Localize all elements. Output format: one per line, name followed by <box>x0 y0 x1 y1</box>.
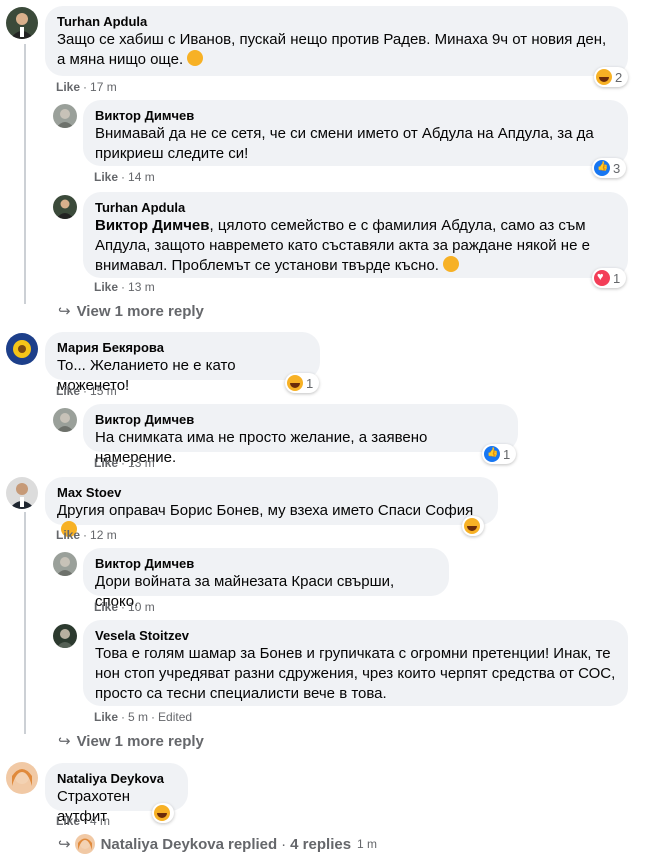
timestamp[interactable]: 13 m <box>128 280 155 294</box>
comment-author[interactable]: Мария Бекярова <box>57 340 308 356</box>
like-button[interactable]: Like <box>94 456 118 470</box>
comment-bubble: Виктор Димчев Дори войната за майнезата … <box>83 548 449 610</box>
replies-summary[interactable]: ↪ Nataliya Deykova replied · 4 replies 1… <box>58 834 377 854</box>
comment-meta: Like · 14 m <box>94 170 155 184</box>
reaction-badge[interactable]: 1 <box>482 444 516 464</box>
edited-label: Edited <box>158 710 193 724</box>
comment-text: Защо се хабиш с Иванов, пускай нещо прот… <box>57 31 607 68</box>
comment-bubble: Max Stoev Другия оправач Борис Бонев, му… <box>45 477 498 537</box>
like-button[interactable]: Like <box>56 80 80 94</box>
comment-text: Другия оправач Борис Бонев, му взеха име… <box>57 501 486 541</box>
timestamp[interactable]: 10 m <box>128 600 155 614</box>
like-button[interactable]: Like <box>94 170 118 184</box>
timestamp[interactable]: 12 m <box>90 528 117 542</box>
comment-bubble: Turhan Apdula Виктор Димчев, цялото семе… <box>83 192 628 278</box>
avatar[interactable] <box>53 624 77 648</box>
crying-emoji-icon <box>187 50 204 66</box>
comment-meta: Like · 5 m · Edited <box>94 710 193 724</box>
avatar[interactable] <box>6 477 38 509</box>
replied-label: replied <box>227 835 278 853</box>
haha-emoji-icon <box>287 375 303 391</box>
avatar[interactable] <box>6 762 38 794</box>
reply-count: 4 replies <box>290 835 352 853</box>
like-button[interactable]: Like <box>94 600 118 614</box>
avatar[interactable] <box>6 7 38 39</box>
reply-arrow-icon: ↪ <box>58 733 71 750</box>
reaction-count: 1 <box>503 446 511 462</box>
reaction-count: 1 <box>613 270 621 286</box>
view-more-replies-button[interactable]: ↪ View 1 more reply <box>58 732 204 750</box>
comment-text: Внимавай да не се сетя, че си смени имет… <box>95 125 594 162</box>
like-button[interactable]: Like <box>56 814 80 828</box>
avatar[interactable] <box>53 552 77 576</box>
avatar[interactable] <box>53 195 77 219</box>
avatar[interactable] <box>6 333 38 365</box>
love-reaction-icon <box>594 270 610 286</box>
comment-author[interactable]: Nataliya Deykova <box>57 771 176 787</box>
like-button[interactable]: Like <box>56 528 80 542</box>
comment-bubble: Мария Бекярова То... Желанието не е като… <box>45 332 320 394</box>
comment-meta: Like · 13 m <box>94 456 155 470</box>
reaction-badge[interactable]: 3 <box>592 158 626 178</box>
mention-link[interactable]: Виктор Димчев <box>95 217 209 234</box>
like-button[interactable]: Like <box>94 280 118 294</box>
timestamp[interactable]: 4 m <box>90 814 110 828</box>
avatar <box>74 834 95 854</box>
reply-arrow-icon: ↪ <box>58 303 71 320</box>
comment-author[interactable]: Vesela Stoitzev <box>95 628 616 644</box>
like-button[interactable]: Like <box>94 710 118 724</box>
comment-author[interactable]: Turhan Apdula <box>95 200 616 216</box>
reaction-badge[interactable] <box>462 516 484 536</box>
reaction-count: 3 <box>613 160 621 176</box>
reaction-badge[interactable]: 1 <box>592 268 626 288</box>
comment-bubble: Turhan Apdula Защо се хабиш с Иванов, пу… <box>45 6 628 76</box>
timestamp[interactable]: 15 m <box>90 384 117 398</box>
timestamp: 1 m <box>357 837 378 851</box>
comment-text: Виктор Димчев, цялото семейство е с фами… <box>95 217 590 274</box>
smile-emoji-icon <box>442 256 459 272</box>
comment-text: На снимката има не просто желание, а зая… <box>95 429 428 466</box>
comment-meta: Like · 10 m <box>94 600 155 614</box>
view-more-replies-button[interactable]: ↪ View 1 more reply <box>58 302 204 320</box>
timestamp[interactable]: 5 m <box>128 710 148 724</box>
thread-line <box>24 512 26 734</box>
comment-author[interactable]: Виктор Димчев <box>95 556 437 572</box>
comment-text: Това е голям шамар за Бонев и групичката… <box>95 645 616 702</box>
timestamp[interactable]: 17 m <box>90 80 117 94</box>
comment-meta: Like · 12 m <box>56 528 117 542</box>
comment-meta: Like · 13 m <box>94 280 155 294</box>
comment-meta: Like · 4 m <box>56 814 111 828</box>
haha-emoji-icon <box>154 805 170 821</box>
comment-bubble: Vesela Stoitzev Това е голям шамар за Бо… <box>83 620 628 706</box>
comment-author[interactable]: Виктор Димчев <box>95 412 506 428</box>
like-button[interactable]: Like <box>56 384 80 398</box>
comment-author[interactable]: Виктор Димчев <box>95 108 616 124</box>
reply-arrow-icon: ↪ <box>58 836 71 853</box>
reaction-badge[interactable] <box>152 803 174 823</box>
timestamp[interactable]: 13 m <box>128 456 155 470</box>
comment-bubble: Виктор Димчев Внимавай да не се сетя, че… <box>83 100 628 166</box>
haha-emoji-icon <box>464 518 480 534</box>
haha-emoji-icon <box>596 69 612 85</box>
replier-name: Nataliya Deykova <box>100 835 224 853</box>
like-reaction-icon <box>484 446 500 462</box>
like-reaction-icon <box>594 160 610 176</box>
reaction-badge[interactable]: 2 <box>594 67 628 87</box>
reaction-count: 1 <box>306 375 314 391</box>
reaction-badge[interactable]: 1 <box>285 373 319 393</box>
comment-meta: Like · 17 m <box>56 80 117 94</box>
comment-meta: Like · 15 m <box>56 384 117 398</box>
avatar[interactable] <box>53 408 77 432</box>
reaction-count: 2 <box>615 69 623 85</box>
thread-line <box>24 44 26 304</box>
comment-author[interactable]: Turhan Apdula <box>57 14 616 30</box>
avatar[interactable] <box>53 104 77 128</box>
comment-bubble: Виктор Димчев На снимката има не просто … <box>83 404 518 466</box>
timestamp[interactable]: 14 m <box>128 170 155 184</box>
comment-author[interactable]: Max Stoev <box>57 485 486 501</box>
